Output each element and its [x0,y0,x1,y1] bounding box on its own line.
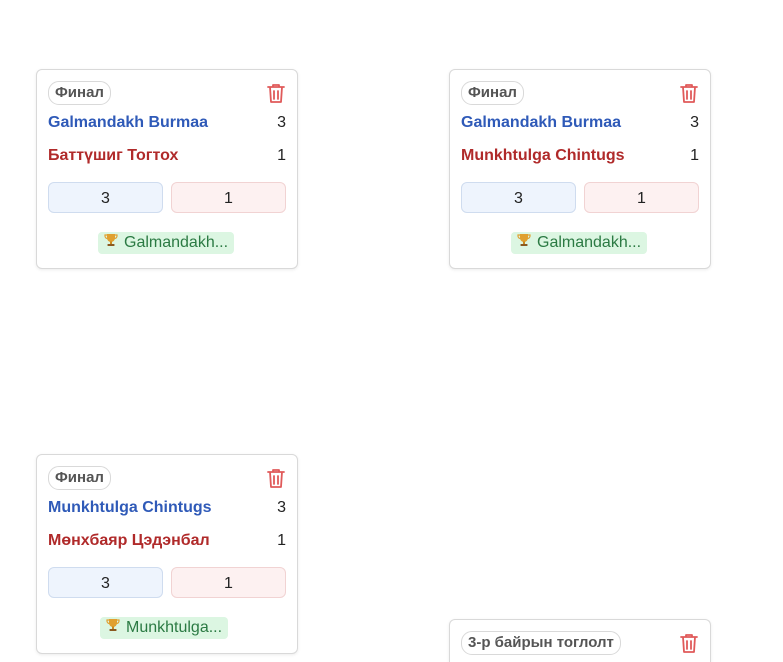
trash-icon [680,84,698,103]
trophy-icon [517,232,531,254]
winner-name: Galmandakh... [537,234,642,252]
player-a-score: 3 [277,499,286,516]
round-badge: Финал [461,81,524,105]
player-b-row: Баттүшиг Тогтох 1 [48,147,286,169]
delete-match-button[interactable] [679,632,699,654]
trash-icon [680,634,698,653]
trash-icon [267,84,285,103]
delete-match-button[interactable] [679,82,699,104]
player-a-row: Galmandakh Burmaa 3 [48,114,286,136]
player-b-score: 1 [690,147,699,164]
score-a-input[interactable]: 3 [48,567,163,598]
score-a-input[interactable]: 3 [461,182,576,213]
winner-badge: Munkhtulga... [100,617,229,639]
trophy-icon [104,232,118,254]
match-card: Финал Munkhtulga Chintugs 3 Мөнхбаяр Цэд… [36,454,298,654]
round-badge: Финал [48,466,111,490]
winner-badge: Galmandakh... [98,232,235,254]
player-b-score: 1 [277,147,286,164]
score-a-input[interactable]: 3 [48,182,163,213]
player-b-score: 1 [277,532,286,549]
score-b-input[interactable]: 1 [584,182,699,213]
player-b-name: Баттүшиг Тогтох [48,147,179,164]
match-card: Финал Galmandakh Burmaa 3 Баттүшиг Тогто… [36,69,298,269]
winner-badge: Galmandakh... [511,232,648,254]
trash-icon [267,469,285,488]
player-a-name: Galmandakh Burmaa [461,114,622,131]
winner-name: Munkhtulga... [126,619,223,637]
match-card: 3-р байрын тоглолт [449,619,711,662]
round-badge: 3-р байрын тоглолт [461,631,621,655]
player-a-score: 3 [277,114,286,131]
player-a-row: Munkhtulga Chintugs 3 [48,499,286,521]
trophy-icon [106,617,120,639]
player-a-name: Galmandakh Burmaa [48,114,209,131]
round-badge: Финал [48,81,111,105]
player-a-score: 3 [690,114,699,131]
match-card: Финал Galmandakh Burmaa 3 Munkhtulga Chi… [449,69,711,269]
score-b-input[interactable]: 1 [171,567,286,598]
player-b-row: Munkhtulga Chintugs 1 [461,147,699,169]
winner-name: Galmandakh... [124,234,229,252]
player-a-name: Munkhtulga Chintugs [48,499,212,516]
score-b-input[interactable]: 1 [171,182,286,213]
player-b-name: Munkhtulga Chintugs [461,147,625,164]
player-a-row: Galmandakh Burmaa 3 [461,114,699,136]
delete-match-button[interactable] [266,467,286,489]
player-b-row: Мөнхбаяр Цэдэнбал 1 [48,532,286,554]
delete-match-button[interactable] [266,82,286,104]
player-b-name: Мөнхбаяр Цэдэнбал [48,532,210,549]
